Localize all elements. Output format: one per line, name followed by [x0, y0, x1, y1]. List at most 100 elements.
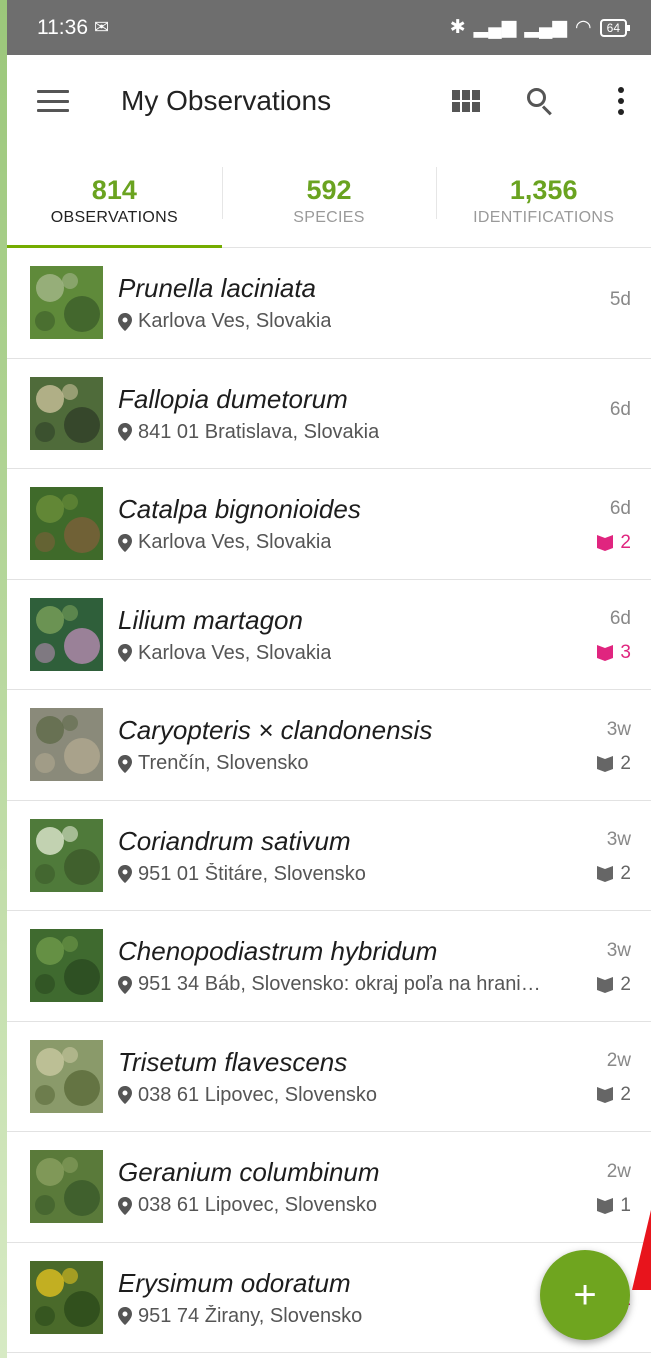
- page-title: My Observations: [121, 85, 332, 116]
- observation-row[interactable]: Lilium martagon Karlova Ves, Slovakia 6d…: [7, 580, 651, 690]
- identifications-count: 1,356: [509, 175, 578, 205]
- species-count: 592: [306, 175, 352, 205]
- observation-place: 951 74 Žirany, Slovensko: [118, 1305, 575, 1328]
- observation-row[interactable]: Caryopteris × clandonensis Trenčín, Slov…: [7, 690, 651, 801]
- observation-thumbnail: [30, 487, 103, 561]
- observation-age: 6d: [609, 497, 631, 519]
- observations-count: 814: [91, 175, 137, 205]
- observation-info: Trisetum flavescens 038 61 Lipovec, Slov…: [118, 1046, 575, 1107]
- identification-icon: [597, 1197, 614, 1214]
- identification-count: 1: [620, 1194, 631, 1216]
- observation-place: Trenčín, Slovensko: [118, 752, 575, 775]
- species-name: Lilium martagon: [118, 604, 303, 635]
- species-label: SPECIES: [293, 209, 365, 226]
- observation-row[interactable]: Chenopodiastrum hybridum 951 34 Báb, Slo…: [7, 911, 651, 1022]
- observation-age: 2w: [606, 1160, 631, 1182]
- identifications-indicator: 2: [596, 973, 631, 997]
- species-name: Chenopodiastrum hybridum: [118, 936, 438, 967]
- place-name: 951 34 Báb, Slovensko: okraj poľa na hra…: [138, 973, 541, 996]
- observation-age: 3w: [606, 829, 631, 851]
- observation-age: 6d: [609, 608, 631, 630]
- status-time: 11:36: [37, 15, 88, 39]
- observation-thumbnail: [30, 597, 103, 671]
- menu-icon[interactable]: [37, 90, 69, 112]
- observation-meta: 5d: [575, 248, 631, 358]
- identification-icon: [597, 976, 614, 993]
- observation-thumbnail: [30, 1150, 103, 1224]
- tab-species[interactable]: 592 SPECIES: [221, 147, 437, 247]
- observation-place: Karlova Ves, Slovakia: [118, 642, 575, 665]
- observation-place: 038 61 Lipovec, Slovensko: [118, 1084, 575, 1107]
- place-name: Karlova Ves, Slovakia: [138, 531, 332, 554]
- location-pin-icon: [118, 1086, 132, 1105]
- observation-thumbnail: [30, 1039, 103, 1113]
- identification-count: 2: [620, 973, 631, 995]
- place-name: 841 01 Bratislava, Slovakia: [138, 420, 380, 443]
- observation-row[interactable]: Coriandrum sativum 951 01 Štitáre, Slove…: [7, 801, 651, 911]
- observation-thumbnail: [30, 266, 103, 340]
- observation-place: 951 01 Štitáre, Slovensko: [118, 863, 575, 886]
- species-name: Erysimum odoratum: [118, 1267, 351, 1298]
- status-left: 11:36 ✉: [37, 16, 109, 40]
- observation-age: 6d: [609, 399, 631, 421]
- identification-icon: [597, 645, 614, 662]
- observation-row[interactable]: Geranium columbinum 038 61 Lipovec, Slov…: [7, 1132, 651, 1243]
- search-icon[interactable]: [525, 86, 555, 116]
- observation-meta: 2w 2: [575, 1022, 631, 1132]
- place-name: 951 01 Štitáre, Slovensko: [138, 862, 366, 885]
- observation-info: Caryopteris × clandonensis Trenčín, Slov…: [118, 714, 575, 775]
- observation-place: 951 34 Báb, Slovensko: okraj poľa na hra…: [118, 973, 575, 996]
- identification-icon: [597, 866, 614, 883]
- observation-thumbnail: [30, 929, 103, 1003]
- observation-place: 841 01 Bratislava, Slovakia: [118, 421, 575, 444]
- phone-screen: 11:36 ✉ ✱ ▂▄▆ ▂▄▆ ◠ 64 My Observations 8…: [7, 0, 651, 1358]
- observation-row[interactable]: Trisetum flavescens 038 61 Lipovec, Slov…: [7, 1022, 651, 1132]
- observation-row[interactable]: Catalpa bignonioides Karlova Ves, Slovak…: [7, 469, 651, 580]
- signal-icon: ▂▄▆: [473, 17, 517, 38]
- place-name: 038 61 Lipovec, Slovensko: [138, 1194, 378, 1217]
- identification-icon: [597, 1087, 614, 1104]
- observation-info: Prunella laciniata Karlova Ves, Slovakia: [118, 272, 575, 333]
- observation-thumbnail: [30, 708, 103, 782]
- observation-row[interactable]: Prunella laciniata Karlova Ves, Slovakia…: [7, 248, 651, 359]
- observation-meta: 3w 2: [575, 801, 631, 911]
- location-pin-icon: [118, 533, 132, 552]
- tab-observations[interactable]: 814 OBSERVATIONS: [7, 147, 222, 248]
- observation-info: Lilium martagon Karlova Ves, Slovakia: [118, 604, 575, 665]
- species-name: Coriandrum sativum: [118, 825, 351, 856]
- species-name: Prunella laciniata: [118, 273, 317, 304]
- location-pin-icon: [118, 975, 132, 994]
- observation-meta: 3w 2: [575, 690, 631, 800]
- stats-tabs: 814 OBSERVATIONS 592 SPECIES 1,356 IDENT…: [7, 147, 651, 248]
- add-observation-button[interactable]: +: [540, 1250, 630, 1340]
- grid-view-icon[interactable]: [452, 90, 480, 112]
- observation-info: Coriandrum sativum 951 01 Štitáre, Slove…: [118, 825, 575, 886]
- place-name: Karlova Ves, Slovakia: [138, 310, 332, 333]
- signal-icon-2: ▂▄▆: [524, 17, 568, 38]
- observation-place: Karlova Ves, Slovakia: [118, 310, 575, 333]
- identifications-label: IDENTIFICATIONS: [473, 209, 615, 226]
- observation-meta: 6d: [575, 359, 631, 469]
- wifi-icon: ◠: [575, 17, 592, 38]
- identification-count: 2: [620, 752, 631, 774]
- location-pin-icon: [118, 644, 132, 663]
- observation-list: Prunella laciniata Karlova Ves, Slovakia…: [7, 248, 651, 1353]
- identification-icon: [597, 755, 614, 772]
- background-edge: [0, 0, 7, 1358]
- observation-row[interactable]: Fallopia dumetorum 841 01 Bratislava, Sl…: [7, 359, 651, 469]
- more-options-icon[interactable]: [615, 87, 627, 115]
- identification-count: 2: [620, 531, 631, 553]
- observation-meta: 2w 1: [575, 1132, 631, 1242]
- identifications-indicator: 2: [596, 1083, 631, 1107]
- tab-identifications[interactable]: 1,356 IDENTIFICATIONS: [436, 147, 651, 247]
- species-name: Trisetum flavescens: [118, 1046, 348, 1077]
- place-name: 951 74 Žirany, Slovensko: [138, 1304, 363, 1327]
- observation-place: 038 61 Lipovec, Slovensko: [118, 1194, 575, 1217]
- location-pin-icon: [118, 312, 132, 331]
- identifications-indicator: 2: [596, 862, 631, 886]
- location-pin-icon: [118, 1196, 132, 1215]
- bluetooth-icon: ✱: [449, 17, 466, 38]
- observation-age: 2w: [606, 1050, 631, 1072]
- place-name: Karlova Ves, Slovakia: [138, 641, 332, 664]
- identification-count: 2: [620, 1084, 631, 1106]
